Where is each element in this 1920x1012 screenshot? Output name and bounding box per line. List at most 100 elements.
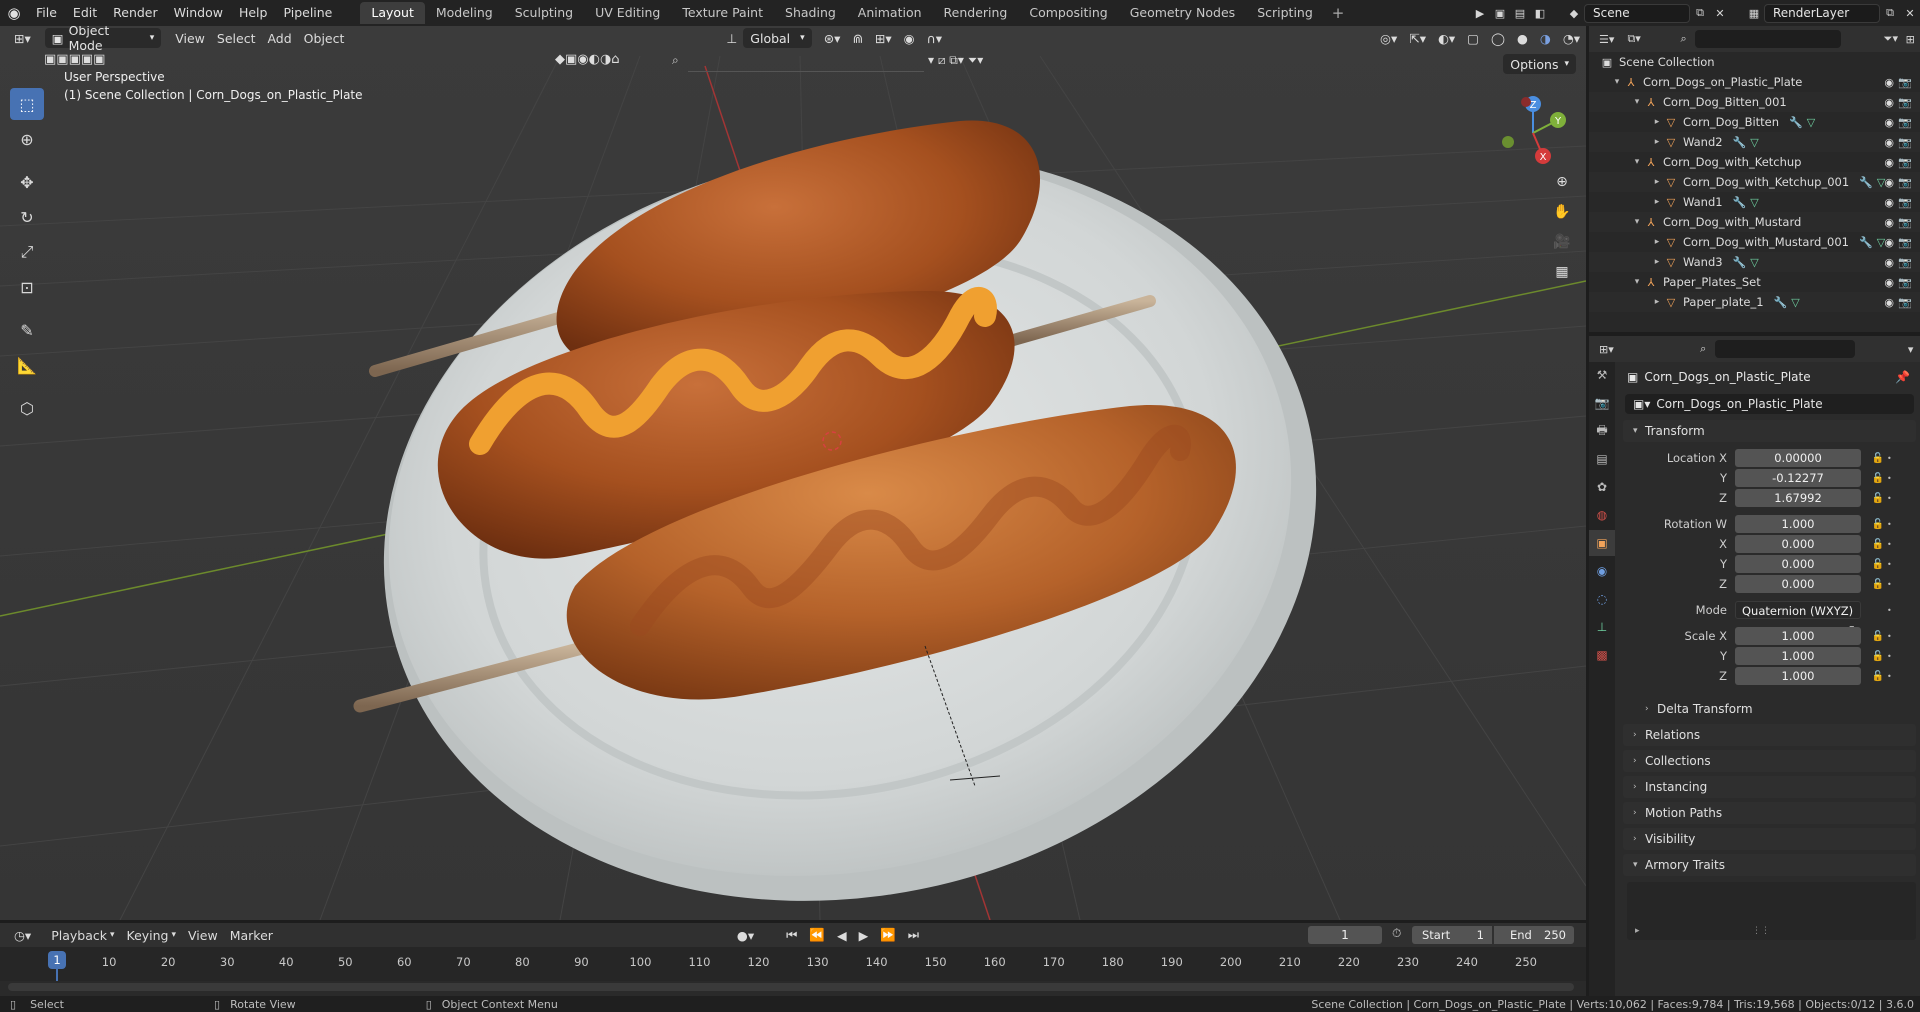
new-scene-icon[interactable]: ⧉ [1690, 4, 1710, 22]
modifier-icon[interactable]: 🔧 [1733, 136, 1747, 149]
play-reverse-icon[interactable]: ◀ [831, 925, 853, 945]
keyframe-dot-icon[interactable]: • [1887, 560, 1897, 569]
eye-icon[interactable]: ◉ [1884, 296, 1894, 309]
render-image-icon[interactable]: ▣ [1490, 4, 1510, 22]
current-frame-field[interactable]: 1 [1308, 926, 1382, 944]
3d-viewport[interactable]: ⊞▾ ▣ Object Mode ▾ View Select Add Objec… [0, 26, 1586, 920]
menu-file[interactable]: File [28, 0, 65, 26]
tab-sculpting[interactable]: Sculpting [504, 2, 584, 24]
new-view-layer-icon[interactable]: ⧉ [1880, 4, 1900, 22]
motion-paths-panel-header[interactable]: › Motion Paths [1623, 802, 1916, 824]
visibility-toggle-icon[interactable]: ◎▾ [1374, 28, 1403, 48]
menu-object[interactable]: Object [298, 28, 351, 48]
blender-logo-icon[interactable]: ◉ [0, 0, 28, 26]
timeline-editor-type-icon[interactable]: ◷▾ [8, 925, 37, 945]
menu-pipeline[interactable]: Pipeline [275, 0, 340, 26]
select-box-tool-icon[interactable]: ⬚ [10, 88, 44, 120]
record-icon[interactable]: ●▾ [731, 925, 760, 945]
keyframe-dot-icon[interactable]: • [1887, 632, 1897, 641]
eye-icon[interactable]: ◉ [1884, 196, 1894, 209]
mesh-data-icon[interactable]: ▽ [1750, 196, 1758, 209]
timeline-ruler[interactable]: 1 10 20 30 40 50 60 70 80 90 100 110 120 130 140 150 16… [0, 947, 1586, 981]
shading-rendered-icon[interactable]: ◔▾ [1557, 28, 1586, 48]
modifier-icon[interactable]: 🔧 [1733, 256, 1747, 269]
marker-menu[interactable]: Marker [224, 925, 279, 945]
properties-editor-type-icon[interactable]: ⊞▾ [1597, 340, 1616, 358]
camera-render-icon[interactable]: 📷 [1898, 176, 1912, 189]
display-mode-icon[interactable]: ⧉▾ [1624, 30, 1643, 48]
gizmo-neg-y-icon[interactable] [1502, 136, 1514, 148]
keying-menu[interactable]: Keying ▾ [121, 925, 183, 945]
tab-animation[interactable]: Animation [847, 2, 933, 24]
eye-icon[interactable]: ◉ [1884, 176, 1894, 189]
gizmo-neg-x-icon[interactable] [1521, 97, 1531, 107]
mesh-data-icon[interactable]: ▽ [1750, 136, 1758, 149]
chevron-right-icon[interactable]: ▸ [1651, 177, 1663, 187]
chevron-down-icon[interactable]: ▾ [1901, 340, 1920, 358]
eye-icon[interactable]: ◉ [1884, 116, 1894, 129]
add-cube-tool-icon[interactable]: ⬡ [10, 392, 44, 424]
mode-dropdown[interactable]: ▣ Object Mode ▾ [44, 26, 162, 53]
menu-select[interactable]: Select [211, 28, 262, 48]
armory-traits-list[interactable]: + ▸ ⋮⋮ [1627, 882, 1916, 940]
constraint-tab-icon[interactable]: ⊥ [1589, 614, 1615, 640]
editor-type-icon[interactable]: ⊞▾ [8, 28, 37, 48]
camera-render-icon[interactable]: 📷 [1898, 96, 1912, 109]
modifier-icon[interactable]: 🔧 [1859, 236, 1873, 249]
tab-uv-editing[interactable]: UV Editing [584, 2, 671, 24]
camera-render-icon[interactable]: 📷 [1898, 216, 1912, 229]
tab-rendering[interactable]: Rendering [933, 2, 1019, 24]
ortho-toggle-icon[interactable]: ▦ [1548, 258, 1576, 286]
shading-wireframe-icon[interactable]: ◯ [1485, 28, 1511, 48]
keyframe-dot-icon[interactable]: • [1887, 474, 1897, 483]
lock-icon[interactable]: 🔓 [1869, 631, 1887, 642]
camera-render-icon[interactable]: 📷 [1898, 76, 1912, 89]
menu-add[interactable]: Add [261, 28, 297, 48]
tab-geometry-nodes[interactable]: Geometry Nodes [1119, 2, 1246, 24]
menu-view[interactable]: View [169, 28, 211, 48]
prev-keyframe-icon[interactable]: ⏪ [803, 925, 831, 945]
viewport-search-icon[interactable]: ⌕ [672, 53, 679, 68]
camera-render-icon[interactable]: 📷 [1898, 236, 1912, 249]
location-z-field[interactable]: 1.67992 [1735, 489, 1861, 507]
start-frame-field[interactable]: Start 1 [1412, 926, 1492, 944]
tab-shading[interactable]: Shading [774, 2, 847, 24]
render-view-icon[interactable]: ◧ [1530, 4, 1550, 22]
new-collection-icon[interactable]: ⊞ [1901, 30, 1920, 48]
tab-layout[interactable]: Layout [360, 2, 425, 24]
outliner-item[interactable]: ▸ ▽ Corn_Dog_with_Mustard_001 🔧 ▽ ◉ 📷 [1589, 232, 1920, 252]
timeline-view-menu[interactable]: View [182, 925, 224, 945]
lock-icon[interactable]: 🔓 [1869, 671, 1887, 682]
outliner-item[interactable]: ▾ ⅄ Corn_Dogs_on_Plastic_Plate ◉ 📷 [1589, 72, 1920, 92]
shading-material-icon[interactable]: ◑ [1534, 28, 1557, 48]
scene-selector-icon[interactable]: ◆ [1564, 4, 1584, 22]
chevron-down-icon[interactable]: ▾ [1631, 277, 1643, 287]
pivot-point-icon[interactable]: ⊛▾ [818, 28, 847, 48]
gizmo-toggle-icon[interactable]: ⇱▾ [1403, 28, 1432, 48]
camera-render-icon[interactable]: 📷 [1898, 296, 1912, 309]
transform-panel-header[interactable]: ▾ Transform [1623, 420, 1916, 442]
visibility-panel-header[interactable]: › Visibility [1623, 828, 1916, 850]
properties-search-input[interactable] [1714, 340, 1856, 358]
camera-render-icon[interactable]: 📷 [1898, 196, 1912, 209]
camera-render-icon[interactable]: 📷 [1898, 256, 1912, 269]
keyframe-dot-icon[interactable]: • [1887, 580, 1897, 589]
lock-icon[interactable]: 🔓 [1869, 651, 1887, 662]
render-play-icon[interactable]: ▶ [1470, 4, 1490, 22]
pan-hand-icon[interactable]: ✋ [1548, 198, 1576, 226]
overlay-toggle-icon[interactable]: ◐▾ [1432, 28, 1461, 48]
options-dropdown[interactable]: Options ▾ [1503, 54, 1576, 74]
outliner-item[interactable]: ▾ ⅄ Corn_Dog_with_Mustard ◉ 📷 [1589, 212, 1920, 232]
lock-icon[interactable]: 🔓 [1869, 539, 1887, 550]
chevron-right-icon[interactable]: ▸ [1651, 117, 1663, 127]
output-tab-icon[interactable]: 🖶 [1589, 418, 1615, 444]
timeline-scrollbar[interactable] [8, 983, 1574, 991]
rotation-w-field[interactable]: 1.000 [1735, 515, 1861, 533]
chevron-right-icon[interactable]: ▸ [1651, 257, 1663, 267]
delete-scene-icon[interactable]: ✕ [1710, 4, 1730, 22]
snap-icon[interactable]: ⋒ [846, 28, 868, 48]
stopwatch-icon[interactable]: ⏱ [1392, 926, 1401, 941]
outliner-item[interactable]: ▸ ▽ Wand3 🔧 ▽ ◉ 📷 [1589, 252, 1920, 272]
zoom-icon[interactable]: ⊕ [1548, 168, 1576, 196]
mesh-data-icon[interactable]: ▽ [1750, 256, 1758, 269]
